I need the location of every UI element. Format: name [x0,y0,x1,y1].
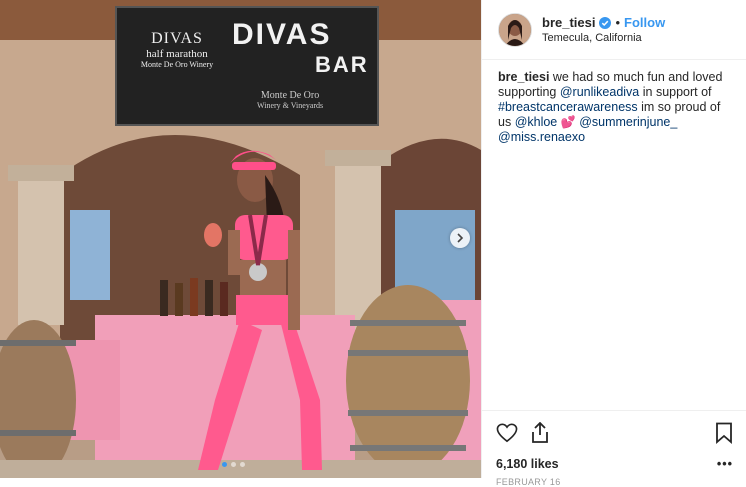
post-actions: 6,180 likes ••• FEBRUARY 16 [482,410,746,487]
caption-text-2: in support of [639,85,712,99]
caption: bre_tiesi we had so much fun and loved s… [482,60,746,145]
banner-big-title: DIVAS [232,18,332,51]
post-photo[interactable]: DIVAS half marathon Monte De Oro Winery … [0,0,481,478]
location-link[interactable]: Temecula, California [542,32,665,44]
divas-bar-banner: DIVAS half marathon Monte De Oro Winery … [115,6,379,126]
carousel-dot[interactable] [231,462,236,467]
banner-winery-line1: Monte De Oro [260,90,320,101]
post-side-panel: bre_tiesi • Follow Temecula, California … [481,0,746,487]
hashtag-breastcancerawareness[interactable]: #breastcancerawareness [498,100,638,114]
username-link[interactable]: bre_tiesi [542,15,595,30]
separator: • [615,15,621,30]
banner-logo-line1: DIVAS [151,30,203,47]
post-date[interactable]: FEBRUARY 16 [496,477,733,487]
heart-icon[interactable] [496,423,518,443]
caption-username[interactable]: bre_tiesi [498,70,549,84]
banner-big-sub: BAR [315,52,369,77]
verified-icon [599,16,612,29]
avatar-image [499,13,531,46]
bookmark-icon[interactable] [715,422,733,444]
mention-summerinjune[interactable]: @summerinjune_ [579,115,677,129]
mention-runlikeadiva[interactable]: @runlikeadiva [560,85,639,99]
mention-miss-renaexo[interactable]: @miss.renaexo [498,130,585,144]
carousel-dots [222,462,245,467]
avatar[interactable] [498,12,532,47]
banner-logo-line3: Monte De Oro Winery [140,60,214,69]
likes-count[interactable]: 6,180 likes [496,457,559,471]
next-photo-button[interactable] [450,228,470,248]
two-hearts-emoji: 💕 [560,115,576,129]
banner-winery-line2: Winery & Vineyards [257,101,324,110]
more-options-button[interactable]: ••• [717,457,733,471]
banner-logo-line2: half marathon [146,48,208,60]
follow-button[interactable]: Follow [624,15,665,30]
chevron-right-icon [457,233,464,243]
carousel-dot[interactable] [222,462,227,467]
carousel-dot[interactable] [240,462,245,467]
share-icon[interactable] [530,422,550,444]
mention-khloe[interactable]: @khloe [515,115,558,129]
post-header: bre_tiesi • Follow Temecula, California [482,0,746,60]
